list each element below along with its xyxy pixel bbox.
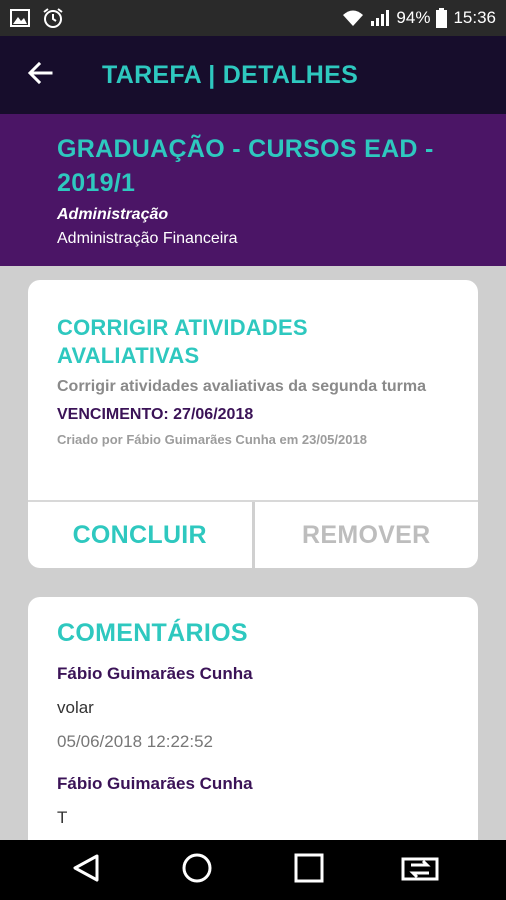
nav-home-button[interactable] xyxy=(167,840,227,900)
course-subject: Administração Financeira xyxy=(57,230,238,247)
course-header: GRADUAÇÃO - CURSOS EAD - 2019/1 Administ… xyxy=(0,114,506,266)
remove-button[interactable]: REMOVER xyxy=(255,502,479,568)
complete-button[interactable]: CONCLUIR xyxy=(28,502,255,568)
comment-author: Fábio Guimarães Cunha xyxy=(57,774,253,793)
home-circle-icon xyxy=(181,852,213,889)
clock: 15:36 xyxy=(453,8,496,27)
comment-author: Fábio Guimarães Cunha xyxy=(57,664,253,683)
nav-recents-button[interactable] xyxy=(279,840,339,900)
recents-square-icon xyxy=(294,853,324,888)
course-title: GRADUAÇÃO - CURSOS EAD - 2019/1 xyxy=(57,135,434,197)
comments-card: COMENTÁRIOS Fábio Guimarães Cunha volar … xyxy=(28,597,478,857)
back-button[interactable] xyxy=(0,36,80,114)
page-title: TAREFA | DETALHES xyxy=(102,60,359,89)
nav-switch-button[interactable] xyxy=(390,840,450,900)
task-card: CORRIGIR ATIVIDADES AVALIATIVAS Corrigir… xyxy=(28,280,478,568)
switch-screen-icon xyxy=(401,854,439,887)
comments-title: COMENTÁRIOS xyxy=(57,619,248,647)
task-due-date: VENCIMENTO: 27/06/2018 xyxy=(57,406,254,423)
course-area: Administração xyxy=(57,206,169,223)
battery-text: 94% xyxy=(396,8,431,27)
back-triangle-icon xyxy=(72,853,100,888)
app-bar: TAREFA | DETALHES xyxy=(0,36,506,114)
status-bar: 94% 15:36 xyxy=(0,0,506,36)
arrow-back-icon xyxy=(27,61,53,90)
signal-icon xyxy=(370,9,390,27)
system-nav-bar xyxy=(0,840,506,900)
image-icon xyxy=(10,9,30,27)
battery-icon xyxy=(436,8,448,28)
task-actions: CONCLUIR REMOVER xyxy=(28,500,478,568)
task-description: Corrigir atividades avaliativas da segun… xyxy=(57,378,427,395)
comment-item: Fábio Guimarães Cunha volar 05/06/2018 1… xyxy=(57,664,449,752)
wifi-icon xyxy=(342,9,364,27)
task-created-info: Criado por Fábio Guimarães Cunha em 23/0… xyxy=(57,432,367,447)
comment-text: volar xyxy=(57,698,94,717)
alarm-icon xyxy=(42,7,64,29)
task-title: CORRIGIR ATIVIDADES AVALIATIVAS xyxy=(57,315,308,368)
nav-back-button[interactable] xyxy=(56,840,116,900)
comment-item: Fábio Guimarães Cunha T xyxy=(57,774,449,828)
comment-text: T xyxy=(57,808,68,827)
comment-timestamp: 05/06/2018 12:22:52 xyxy=(57,732,213,751)
